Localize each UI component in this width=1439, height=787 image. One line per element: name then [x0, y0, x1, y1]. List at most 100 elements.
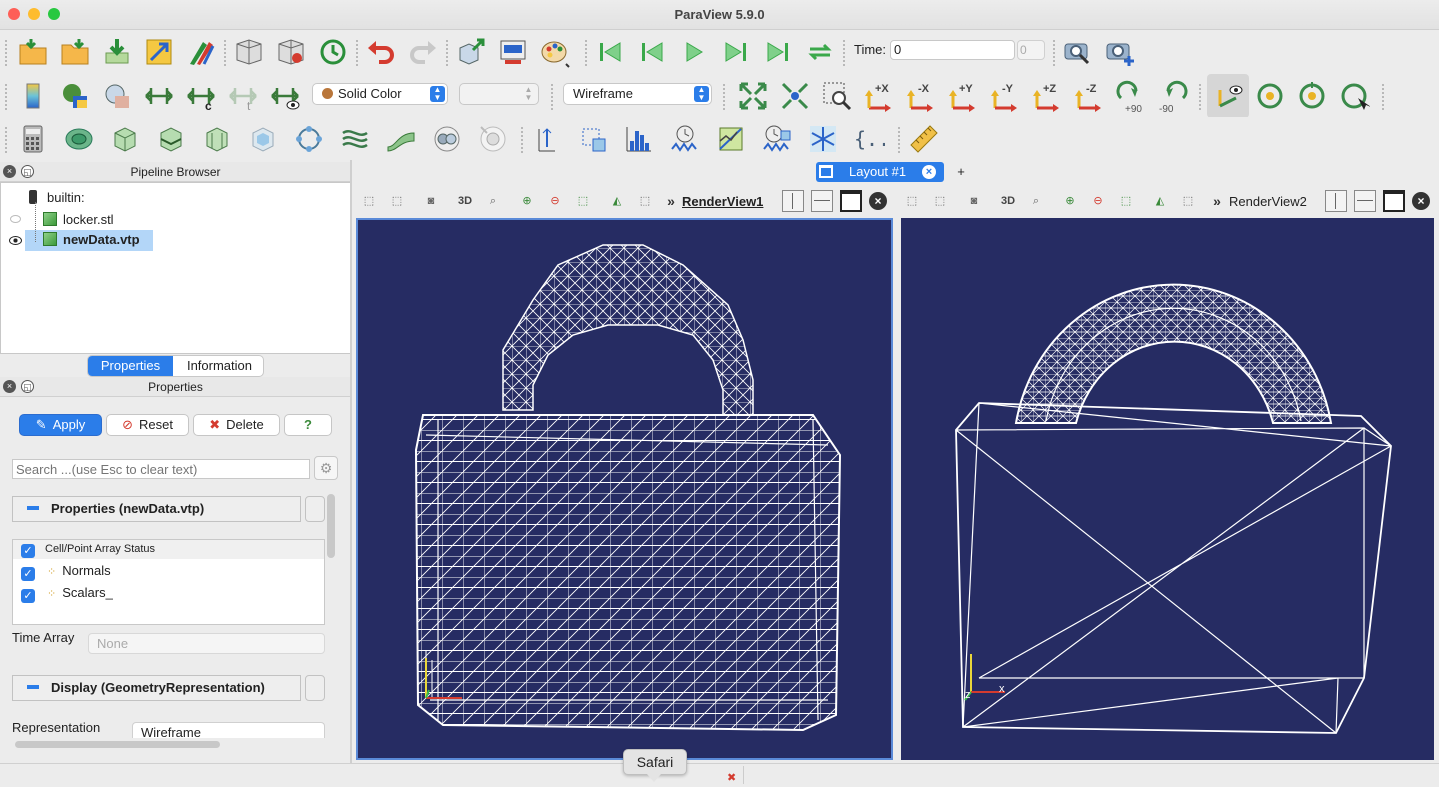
- reset-session-icon[interactable]: [317, 36, 349, 68]
- zoom-to-data-icon[interactable]: [779, 80, 811, 112]
- delete-button[interactable]: ✖ Delete: [193, 414, 280, 436]
- splitter[interactable]: [350, 160, 352, 765]
- view-minus-y-icon[interactable]: -Y: [989, 80, 1021, 112]
- deselect-icon[interactable]: ⊖: [543, 190, 567, 212]
- close-view-icon[interactable]: ×: [1412, 192, 1430, 210]
- help-button[interactable]: ?: [284, 414, 332, 436]
- open-folder-icon[interactable]: [17, 36, 49, 68]
- contour-icon[interactable]: [63, 123, 95, 155]
- time-index-spinbox[interactable]: 0: [1017, 40, 1045, 60]
- visibility-eye-icon[interactable]: [9, 236, 22, 245]
- plot-data-over-time-icon[interactable]: [669, 123, 701, 155]
- reset-center-icon[interactable]: [1296, 80, 1328, 112]
- pipeline-item-newdata[interactable]: newData.vtp: [25, 230, 153, 251]
- rescale-temporal-icon[interactable]: c: [185, 80, 217, 113]
- reset-button[interactable]: ⊘ Reset: [106, 414, 189, 436]
- open-recent-icon[interactable]: [59, 36, 91, 68]
- plot-over-line-icon[interactable]: [531, 123, 563, 155]
- rescale-visible-icon[interactable]: t: [227, 80, 259, 113]
- layout-tab[interactable]: Layout #1 ×: [816, 162, 944, 182]
- histogram-icon[interactable]: [623, 123, 655, 155]
- close-tab-icon[interactable]: ×: [922, 165, 936, 179]
- deselect-icon[interactable]: ⊖: [1086, 190, 1110, 212]
- float-panel-icon[interactable]: ◱: [21, 380, 34, 393]
- split-vertical-icon[interactable]: [1354, 190, 1376, 212]
- calculator-icon[interactable]: [17, 123, 49, 155]
- capture-screenshot-icon[interactable]: [1104, 36, 1136, 68]
- gear-icon[interactable]: ⚙: [314, 456, 338, 480]
- toggle-3d-button[interactable]: 3D: [996, 190, 1020, 212]
- close-panel-icon[interactable]: ×: [3, 165, 16, 178]
- extract-subset-icon[interactable]: [247, 123, 279, 155]
- tab-properties[interactable]: Properties: [88, 356, 173, 376]
- add-layout-button[interactable]: +: [950, 162, 972, 182]
- probe-location-icon[interactable]: [577, 123, 609, 155]
- split-vertical-icon[interactable]: [811, 190, 833, 212]
- edit-color-map-icon[interactable]: [59, 80, 91, 112]
- checkbox-all[interactable]: ✓: [21, 544, 35, 558]
- select-points-icon[interactable]: ⊕: [1058, 190, 1082, 212]
- load-state-icon[interactable]: [233, 36, 265, 68]
- warp-by-vector-icon[interactable]: [385, 123, 417, 155]
- rotate-minus-90-icon[interactable]: -90: [1157, 80, 1189, 115]
- play-selection-icon[interactable]: ⬚: [928, 190, 952, 212]
- toggle-3d-button[interactable]: 3D: [453, 190, 477, 212]
- copy-icon[interactable]: [305, 675, 325, 701]
- next-frame-icon[interactable]: [720, 36, 752, 68]
- clear-selection-icon[interactable]: ⬚: [633, 190, 657, 212]
- zoom-to-box-icon[interactable]: [821, 80, 853, 112]
- copy-icon[interactable]: [305, 496, 325, 522]
- grow-selection-icon[interactable]: ⬚: [1114, 190, 1138, 212]
- python-shell-icon[interactable]: [497, 36, 529, 68]
- paraview-logo-icon[interactable]: [185, 36, 217, 68]
- checkbox[interactable]: ✓: [21, 567, 35, 581]
- capture-selection-icon[interactable]: ⬚: [900, 190, 924, 212]
- checkbox[interactable]: ✓: [21, 589, 35, 603]
- close-view-icon[interactable]: ×: [869, 192, 887, 210]
- select-cells-icon[interactable]: ◭: [605, 190, 629, 212]
- toggle-color-legend-icon[interactable]: [17, 80, 49, 112]
- view-minus-x-icon[interactable]: -X: [905, 80, 937, 112]
- view-plus-z-icon[interactable]: +Z: [1031, 80, 1063, 112]
- render-view-2[interactable]: x z: [901, 218, 1434, 760]
- maximize-view-icon[interactable]: [1383, 190, 1405, 212]
- apply-button[interactable]: ✎ Apply: [19, 414, 102, 436]
- clip-icon[interactable]: [109, 123, 141, 155]
- loop-icon[interactable]: [804, 36, 836, 68]
- camera-link-icon[interactable]: [455, 36, 487, 68]
- visibility-hidden-icon[interactable]: [10, 215, 21, 223]
- play-selection-icon[interactable]: ⬚: [385, 190, 409, 212]
- tab-information[interactable]: Information: [174, 356, 263, 376]
- rescale-view-icon[interactable]: [269, 80, 301, 112]
- array-item-normals[interactable]: ✓ ⁘ Normals: [21, 561, 111, 581]
- split-horizontal-icon[interactable]: [782, 190, 804, 212]
- save-state-icon[interactable]: [275, 36, 307, 68]
- section-display[interactable]: Display (GeometryRepresentation): [12, 675, 301, 701]
- ruler-icon[interactable]: [908, 123, 940, 155]
- representation-combo-props[interactable]: Wireframe: [132, 722, 325, 738]
- group-datasets-icon[interactable]: [431, 123, 463, 155]
- array-item-scalars[interactable]: ✓ ⁘ Scalars_: [21, 583, 113, 603]
- capture-selection-icon[interactable]: ⬚: [357, 190, 381, 212]
- grow-selection-icon[interactable]: ⬚: [571, 190, 595, 212]
- stream-tracer-icon[interactable]: [339, 123, 371, 155]
- python-calculator-button[interactable]: {...}: [853, 123, 914, 155]
- select-cells-icon[interactable]: ◭: [1148, 190, 1172, 212]
- freeze-selection-icon[interactable]: [807, 123, 839, 155]
- slice-icon[interactable]: [155, 123, 187, 155]
- more-chevron-icon[interactable]: »: [1205, 190, 1229, 212]
- vertical-scrollbar[interactable]: [327, 494, 335, 558]
- undo-icon[interactable]: [365, 36, 397, 68]
- render-view-1[interactable]: [356, 218, 893, 760]
- show-orientation-axes-button[interactable]: [1207, 74, 1249, 118]
- coloring-combo[interactable]: Solid Color ▲ ▼: [312, 83, 448, 105]
- view-minus-z-icon[interactable]: -Z: [1073, 80, 1105, 112]
- glyph-icon[interactable]: [293, 123, 325, 155]
- pick-center-icon[interactable]: [1338, 80, 1371, 112]
- rotate-plus-90-icon[interactable]: +90: [1115, 80, 1147, 115]
- pipeline-item-locker[interactable]: locker.stl: [43, 210, 114, 230]
- view-plus-y-icon[interactable]: +Y: [947, 80, 979, 112]
- view-plus-x-icon[interactable]: +X: [863, 80, 895, 112]
- camera-icon[interactable]: ◙: [962, 190, 986, 212]
- select-points-icon[interactable]: ⊕: [515, 190, 539, 212]
